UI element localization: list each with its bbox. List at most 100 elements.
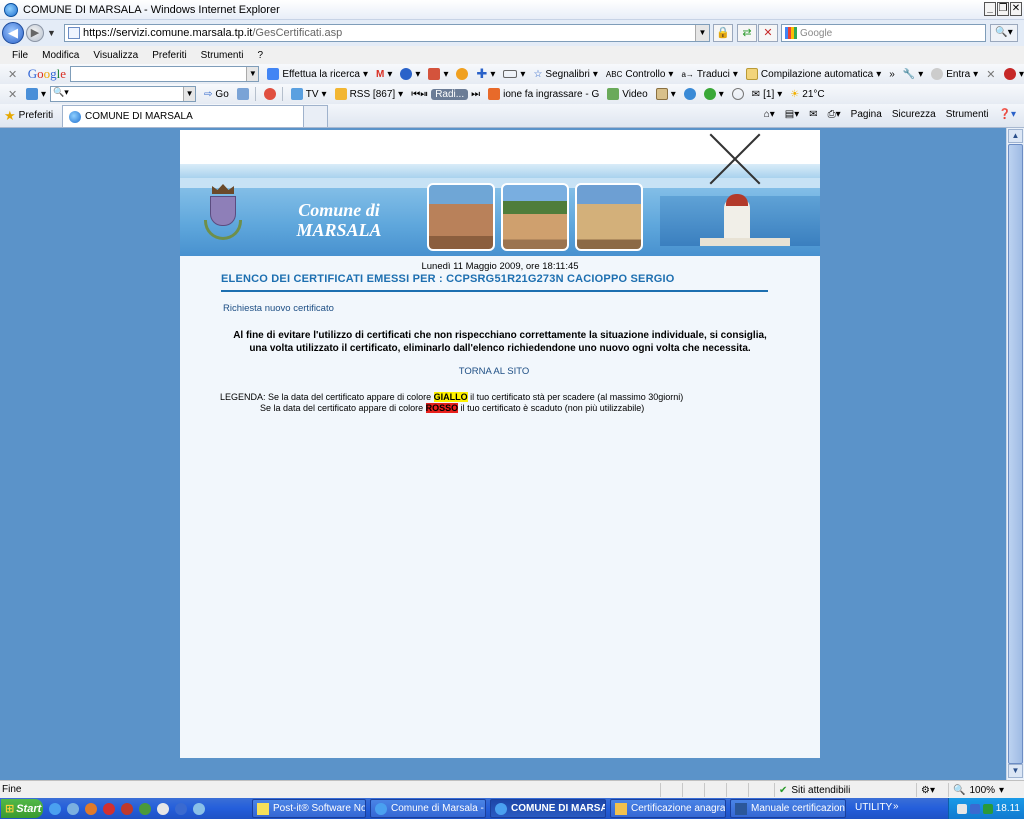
history-dropdown-icon[interactable]: ▼	[47, 28, 56, 38]
signin-button[interactable]: Entra ▾	[931, 68, 978, 80]
search-button[interactable]: 🔍▾	[990, 24, 1018, 42]
menu-visualizza[interactable]: Visualizza	[93, 50, 138, 61]
taskbar-expand-icon[interactable]: »	[893, 801, 899, 812]
network-quicklaunch-icon[interactable]	[193, 802, 205, 815]
acrobat-quicklaunch-icon[interactable]	[103, 802, 115, 815]
protected-mode-icon[interactable]: ⚙▾	[916, 783, 946, 797]
stop-record-button[interactable]	[263, 88, 276, 100]
media-quicklaunch-icon[interactable]	[121, 802, 133, 815]
mail-button[interactable]: ✉ [1] ▾	[752, 89, 783, 100]
mail-read-icon[interactable]: ✉	[809, 109, 817, 120]
menu-preferiti[interactable]: Preferiti	[152, 50, 186, 61]
ie-quicklaunch-icon[interactable]	[49, 802, 61, 815]
banner-title: Comune di MARSALA	[274, 200, 404, 240]
bookmarks-button[interactable]: ☆ Segnalibri ▾	[533, 69, 597, 80]
clock[interactable]: 18.11	[996, 803, 1020, 814]
search-input[interactable]: Google	[781, 24, 986, 42]
spellcheck-button[interactable]: ABC Controllo ▾	[606, 69, 674, 80]
weather-button[interactable]: ☀ 21°C	[790, 89, 824, 100]
toolbar-search-input[interactable]: 🔍▾ ▼	[50, 86, 197, 102]
monitor-button[interactable]	[236, 88, 249, 100]
lock-icon[interactable]: 🔒	[713, 24, 733, 42]
menu-modifica[interactable]: Modifica	[42, 50, 79, 61]
new-tab-button[interactable]	[304, 105, 328, 127]
home-icon[interactable]: ⌂▾	[764, 109, 775, 120]
url-field[interactable]: https://servizi.comune. marsala.tp.it/Ges…	[64, 24, 710, 42]
menu-file[interactable]: File	[12, 50, 28, 61]
messenger-button[interactable]	[683, 88, 696, 100]
start-button[interactable]: ⊞ Start	[1, 799, 43, 818]
taskbar-item-comune-s[interactable]: Comune di Marsala - S...	[370, 799, 486, 818]
player-quicklaunch-icon[interactable]	[175, 802, 187, 815]
tray-icon[interactable]	[982, 803, 993, 814]
restore-button[interactable]: ❐	[997, 2, 1009, 16]
tab-comune-di-marsala[interactable]: COMUNE DI MARSALA	[62, 105, 304, 127]
cards-button[interactable]: ▾	[655, 88, 676, 100]
globe-button[interactable]: ▾	[400, 68, 420, 80]
scroll-down-arrow-icon[interactable]: ▼	[1008, 764, 1023, 778]
url-dropdown-icon[interactable]: ▼	[695, 25, 709, 41]
highlight-button[interactable]: ▾	[503, 69, 525, 80]
chevron-down-icon[interactable]: ▼	[246, 67, 259, 81]
settings-button[interactable]: 🔧 ▾	[903, 69, 923, 80]
tray-icon[interactable]	[969, 803, 980, 814]
forward-button[interactable]: ▶	[26, 24, 44, 42]
print-icon[interactable]: ⎙▾	[828, 109, 841, 120]
back-button[interactable]: ◀	[2, 22, 24, 44]
page-menu[interactable]: Pagina	[851, 109, 882, 120]
feeds-icon[interactable]: ▤▾	[785, 109, 799, 120]
tv-button[interactable]: TV ▾	[290, 88, 327, 100]
security-zone[interactable]: ✔ Siti attendibili	[774, 783, 914, 797]
gmail-button[interactable]: M ▾	[376, 69, 392, 80]
taskbar-item-comune-active[interactable]: COMUNE DI MARSA...	[490, 799, 606, 818]
favorites-label[interactable]: Preferiti	[19, 110, 53, 121]
taskbar-item-manuale[interactable]: Manuale certificazione...	[730, 799, 846, 818]
explorer-quicklaunch-icon[interactable]	[139, 802, 151, 815]
close-toolbar-icon-2[interactable]: ✕	[986, 68, 996, 81]
go-button[interactable]: ⇨ Go	[204, 89, 229, 100]
menu-strumenti[interactable]: Strumenti	[201, 50, 244, 61]
refresh-icon[interactable]: ⇄	[737, 24, 757, 42]
pdf-button[interactable]: ▾	[1003, 68, 1024, 80]
scroll-up-arrow-icon[interactable]: ▲	[1008, 129, 1023, 143]
radio-player[interactable]: ⏮⏯ Radi... ⏭	[411, 88, 480, 100]
news-button[interactable]: ▾	[428, 68, 448, 80]
chevron-down-icon-2[interactable]: ▼	[183, 87, 196, 101]
back-to-site-link[interactable]: TORNA AL SITO	[180, 366, 808, 377]
add-button[interactable]: ▾	[703, 88, 724, 100]
new-certificate-link[interactable]: Richiesta nuovo certificato	[223, 303, 334, 314]
rss-button[interactable]: RSS [867] ▾	[334, 88, 403, 100]
close-button[interactable]: ✕	[1010, 2, 1022, 16]
web-search-button[interactable]: Effettua la ricerca ▾	[267, 68, 368, 80]
tray-icon[interactable]	[956, 803, 967, 814]
chat-button[interactable]	[731, 88, 744, 100]
more-button[interactable]: »	[889, 69, 895, 80]
utility-toolbar[interactable]: UTILITY	[855, 802, 892, 813]
tools-menu[interactable]: Strumenti	[946, 109, 989, 120]
task-label: Certificazione anagraf...	[631, 803, 726, 814]
vertical-scrollbar[interactable]: ▲ ▼	[1006, 128, 1024, 780]
toolbar-logo-button[interactable]: ▾	[26, 88, 46, 100]
close-toolbar-icon-3[interactable]: ✕	[8, 88, 18, 101]
taskbar-item-postit[interactable]: Post-it® Software No...	[252, 799, 366, 818]
minimize-button[interactable]: _	[984, 2, 996, 16]
plus-button[interactable]: ✚ ▾	[476, 66, 495, 82]
firefox-quicklaunch-icon[interactable]	[85, 802, 97, 815]
desktop-quicklaunch-icon[interactable]	[67, 802, 79, 815]
taskbar-item-certificazione[interactable]: Certificazione anagraf...	[610, 799, 726, 818]
mail-quicklaunch-icon[interactable]	[157, 802, 169, 815]
close-toolbar-icon[interactable]: ✕	[8, 68, 18, 81]
help-icon[interactable]: ❓▾	[999, 109, 1016, 120]
google-search-input[interactable]: ▼	[70, 66, 260, 82]
ticker-link[interactable]: ione fa ingrassare - G	[488, 88, 599, 100]
zoom-control[interactable]: 🔍 100% ▾	[948, 783, 1018, 797]
autofill-button[interactable]: Compilazione automatica ▾	[745, 68, 881, 80]
stop-icon[interactable]: ✕	[758, 24, 778, 42]
scroll-thumb[interactable]	[1008, 144, 1023, 764]
translate-button[interactable]: a→ Traduci ▾	[681, 69, 737, 80]
video-button[interactable]: Video	[607, 88, 648, 100]
safety-menu[interactable]: Sicurezza	[892, 109, 936, 120]
menu-help[interactable]: ?	[257, 50, 263, 61]
favorites-star-icon[interactable]: ★	[4, 108, 16, 124]
share-button[interactable]	[456, 68, 469, 80]
